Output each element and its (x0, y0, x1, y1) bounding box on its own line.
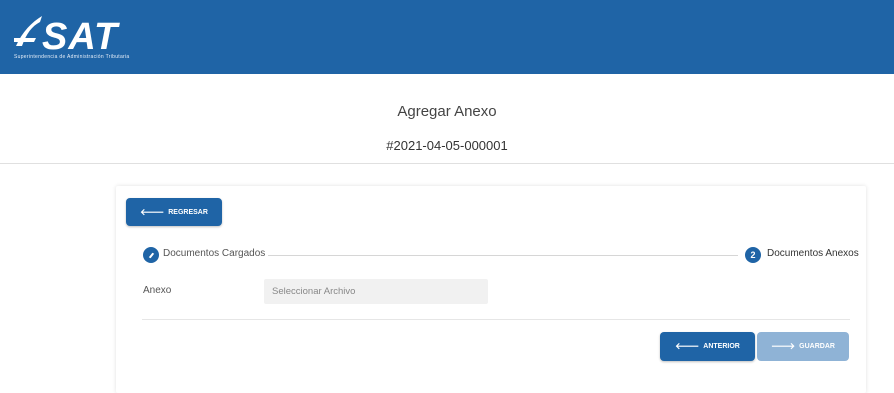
previous-button-label: ANTERIOR (703, 343, 740, 350)
anexo-label: Anexo (143, 285, 172, 296)
page-title: Agregar Anexo (397, 103, 497, 120)
back-button[interactable]: 🡐 REGRESAR (126, 198, 222, 226)
header-divider (0, 163, 894, 164)
sat-logo[interactable]: SAT Superintendencia de Administración T… (14, 12, 174, 62)
header-bar: SAT Superintendencia de Administración T… (0, 0, 894, 74)
record-id: #2021-04-05-000001 (386, 138, 508, 153)
logo-subtitle: Superintendencia de Administración Tribu… (14, 54, 130, 60)
form-divider (142, 319, 850, 320)
logo-swoosh-icon (14, 16, 42, 46)
step-completed-check-icon (143, 247, 159, 263)
previous-button[interactable]: 🡐 ANTERIOR (660, 332, 755, 361)
arrow-left-icon: 🡐 (675, 341, 700, 351)
step-2-number-icon: 2 (745, 247, 761, 263)
file-select-input[interactable]: Seleccionar Archivo (264, 279, 488, 304)
arrow-right-icon: 🡒 (771, 341, 796, 351)
step-2-label: Documentos Anexos (767, 248, 859, 259)
arrow-left-icon: 🡐 (140, 206, 165, 217)
logo-text: SAT (42, 16, 119, 58)
save-button[interactable]: 🡒 GUARDAR (757, 332, 849, 361)
back-button-label: REGRESAR (168, 208, 208, 216)
stepper-connector (268, 255, 738, 256)
save-button-label: GUARDAR (799, 343, 835, 350)
step-1-label: Documentos Cargados (163, 248, 266, 259)
form-card (116, 186, 866, 393)
